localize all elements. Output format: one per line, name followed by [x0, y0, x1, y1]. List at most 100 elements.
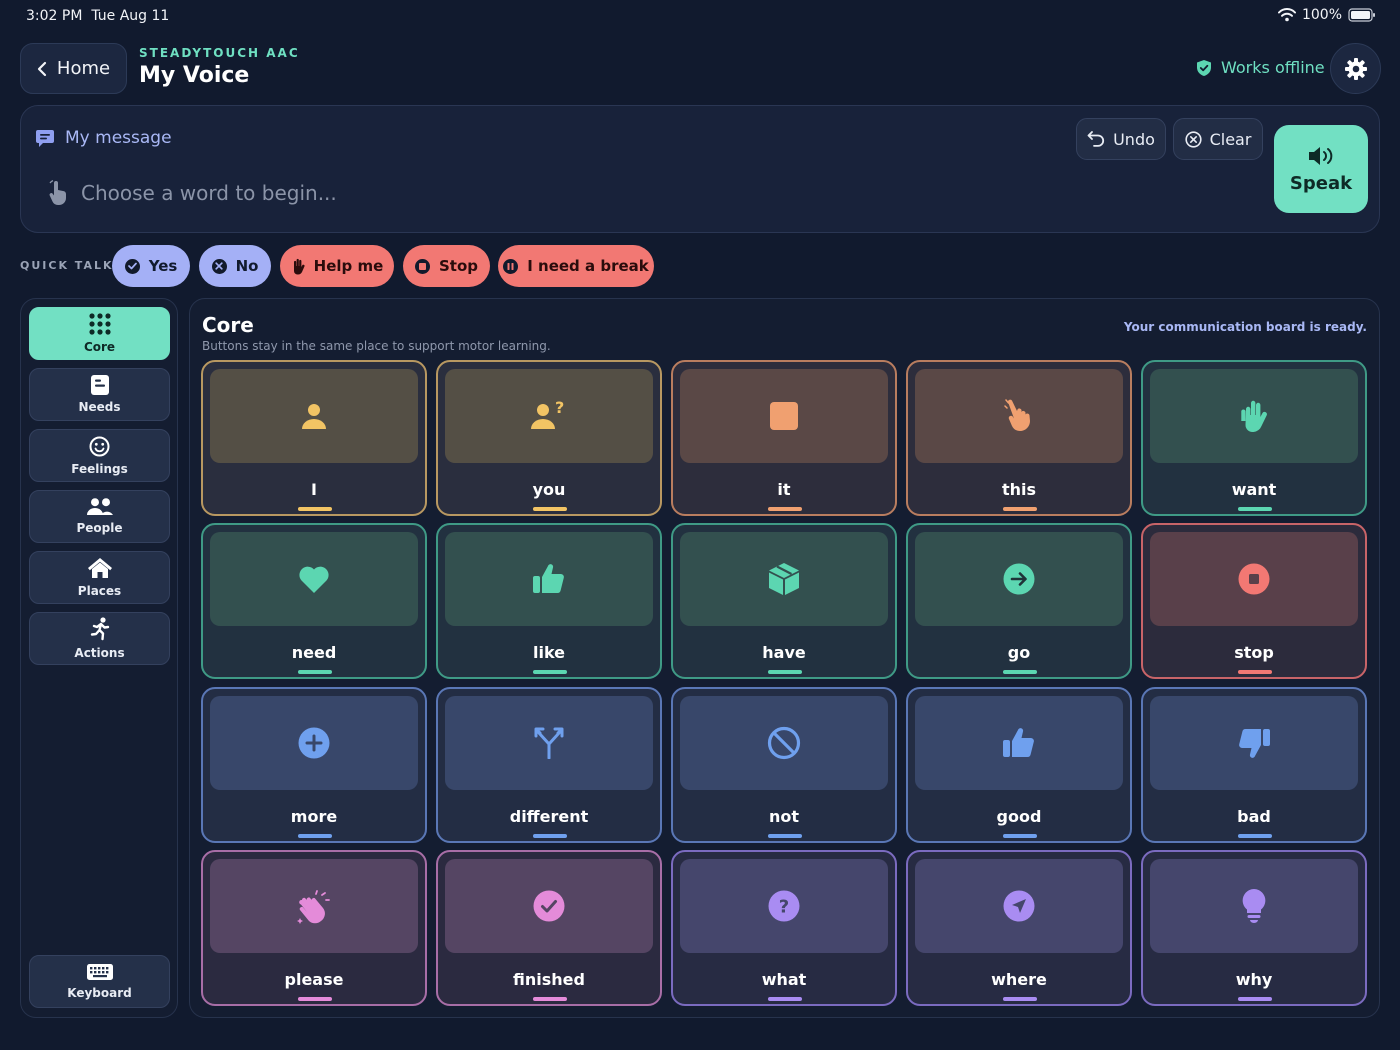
tile-color-bar: [1238, 507, 1272, 511]
tile-word: you: [532, 480, 566, 499]
sidebar-item-label: Feelings: [71, 461, 128, 476]
tile-icon-plate: [680, 532, 888, 626]
clear-button[interactable]: Clear: [1173, 118, 1263, 160]
tile-icon-plate: [445, 696, 653, 790]
tile-color-bar: [768, 834, 802, 838]
tile-word: different: [509, 807, 589, 826]
sidebar-item-label: Actions: [74, 646, 125, 660]
message-panel: My message Choose a word to begin... Und…: [20, 105, 1380, 233]
wifi-icon: [1277, 8, 1296, 22]
tile-word: please: [284, 970, 344, 989]
undo-label: Undo: [1113, 129, 1155, 149]
tile-icon-plate: ?: [680, 859, 888, 953]
word-tile-stop[interactable]: stop: [1141, 523, 1367, 679]
tile-word: bad: [1237, 807, 1271, 826]
thumbs-up-icon: [532, 563, 566, 595]
word-tile-want[interactable]: want: [1141, 360, 1367, 516]
word-tile-need[interactable]: need: [201, 523, 427, 679]
word-tile-i[interactable]: I: [201, 360, 427, 516]
board-subtitle: Buttons stay in the same place to suppor…: [202, 339, 551, 353]
ban-icon: [767, 726, 801, 760]
sidebar-item-people[interactable]: People: [29, 490, 170, 543]
tile-icon-plate: [680, 369, 888, 463]
settings-button[interactable]: [1330, 43, 1381, 94]
quick-talk-no-label: No: [235, 257, 259, 275]
tile-color-bar: [1238, 997, 1272, 1001]
sidebar-item-feelings[interactable]: Feelings: [29, 429, 170, 482]
person-question-icon: ?: [531, 401, 567, 431]
sidebar-item-label: Core: [83, 340, 116, 354]
thumbs-down-icon: [1237, 727, 1271, 759]
status-right: 100%: [1277, 7, 1376, 23]
word-tile-why[interactable]: why: [1141, 850, 1367, 1006]
word-tile-finished[interactable]: finished: [436, 850, 662, 1006]
undo-button[interactable]: Undo: [1076, 118, 1166, 160]
check-icon: [533, 890, 565, 922]
home-button[interactable]: Home: [20, 43, 127, 94]
tile-word: what: [761, 970, 807, 989]
square-icon: [769, 401, 799, 431]
undo-icon: [1087, 131, 1105, 147]
tap-hand-icon: [47, 180, 69, 206]
quick-talk-stop-label: Stop: [438, 257, 479, 275]
tile-word: good: [996, 807, 1042, 826]
tile-color-bar: [298, 670, 332, 674]
brand-name: STEADYTOUCH AAC: [139, 46, 300, 60]
tile-color-bar: [1003, 997, 1037, 1001]
battery-icon: [1348, 8, 1376, 22]
message-placeholder: Choose a word to begin...: [81, 181, 337, 205]
sidebar-item-actions[interactable]: Actions: [29, 612, 170, 665]
keyboard-label: Keyboard: [67, 985, 132, 1000]
word-tile-this[interactable]: this: [906, 360, 1132, 516]
tile-icon-plate: [1150, 859, 1358, 953]
word-tile-go[interactable]: go: [906, 523, 1132, 679]
sidebar-item-places[interactable]: Places: [29, 551, 170, 604]
quick-talk-yes[interactable]: Yes: [112, 245, 190, 287]
board-status: Your communication board is ready.: [1123, 320, 1367, 334]
box-icon: [768, 562, 800, 596]
word-tile-not[interactable]: not: [671, 687, 897, 843]
word-tile-more[interactable]: more: [201, 687, 427, 843]
message-display[interactable]: Choose a word to begin...: [47, 180, 337, 206]
word-tile-you[interactable]: ? you: [436, 360, 662, 516]
quick-talk-help-me[interactable]: Help me: [280, 245, 394, 287]
quick-talk-break-label: I need a break: [527, 257, 649, 275]
quick-talk-break[interactable]: I need a break: [498, 245, 654, 287]
tile-color-bar: [298, 507, 332, 511]
tile-icon-plate: [1150, 696, 1358, 790]
svg-text:?: ?: [779, 897, 789, 918]
word-tile-like[interactable]: like: [436, 523, 662, 679]
word-tile-it[interactable]: it: [671, 360, 897, 516]
quick-talk-stop[interactable]: Stop: [403, 245, 490, 287]
sidebar-item-core[interactable]: Core: [29, 307, 170, 360]
keyboard-button[interactable]: Keyboard: [29, 955, 170, 1008]
tile-color-bar: [1003, 670, 1037, 674]
word-tile-what[interactable]: ? what: [671, 850, 897, 1006]
battery-percent: 100%: [1301, 7, 1342, 23]
word-tile-good[interactable]: good: [906, 687, 1132, 843]
offline-status: Works offline: [1196, 58, 1325, 77]
lightbulb-icon: [1241, 888, 1267, 924]
needs-icon: [90, 375, 109, 395]
tile-word: more: [290, 807, 338, 826]
quick-talk-no[interactable]: No: [199, 245, 271, 287]
thumbs-up-icon: [1002, 727, 1036, 759]
sidebar-item-needs[interactable]: Needs: [29, 368, 170, 421]
word-tile-different[interactable]: different: [436, 687, 662, 843]
word-tile-have[interactable]: have: [671, 523, 897, 679]
tile-icon-plate: [210, 696, 418, 790]
pointing-hand-icon: [1004, 399, 1034, 433]
tile-word: like: [532, 643, 566, 662]
tile-icon-plate: ?: [445, 369, 653, 463]
word-tile-bad[interactable]: bad: [1141, 687, 1367, 843]
word-tile-please[interactable]: please: [201, 850, 427, 1006]
offline-label: Works offline: [1221, 58, 1325, 77]
sidebar-item-label: Needs: [78, 400, 121, 414]
speak-button[interactable]: Speak: [1274, 125, 1368, 213]
sidebar-item-label: Places: [77, 584, 122, 598]
word-tile-where[interactable]: where: [906, 850, 1132, 1006]
tile-color-bar: [768, 997, 802, 1001]
page-title: My Voice: [139, 63, 250, 88]
keyboard-icon: [86, 963, 113, 980]
tile-color-bar: [298, 997, 332, 1001]
